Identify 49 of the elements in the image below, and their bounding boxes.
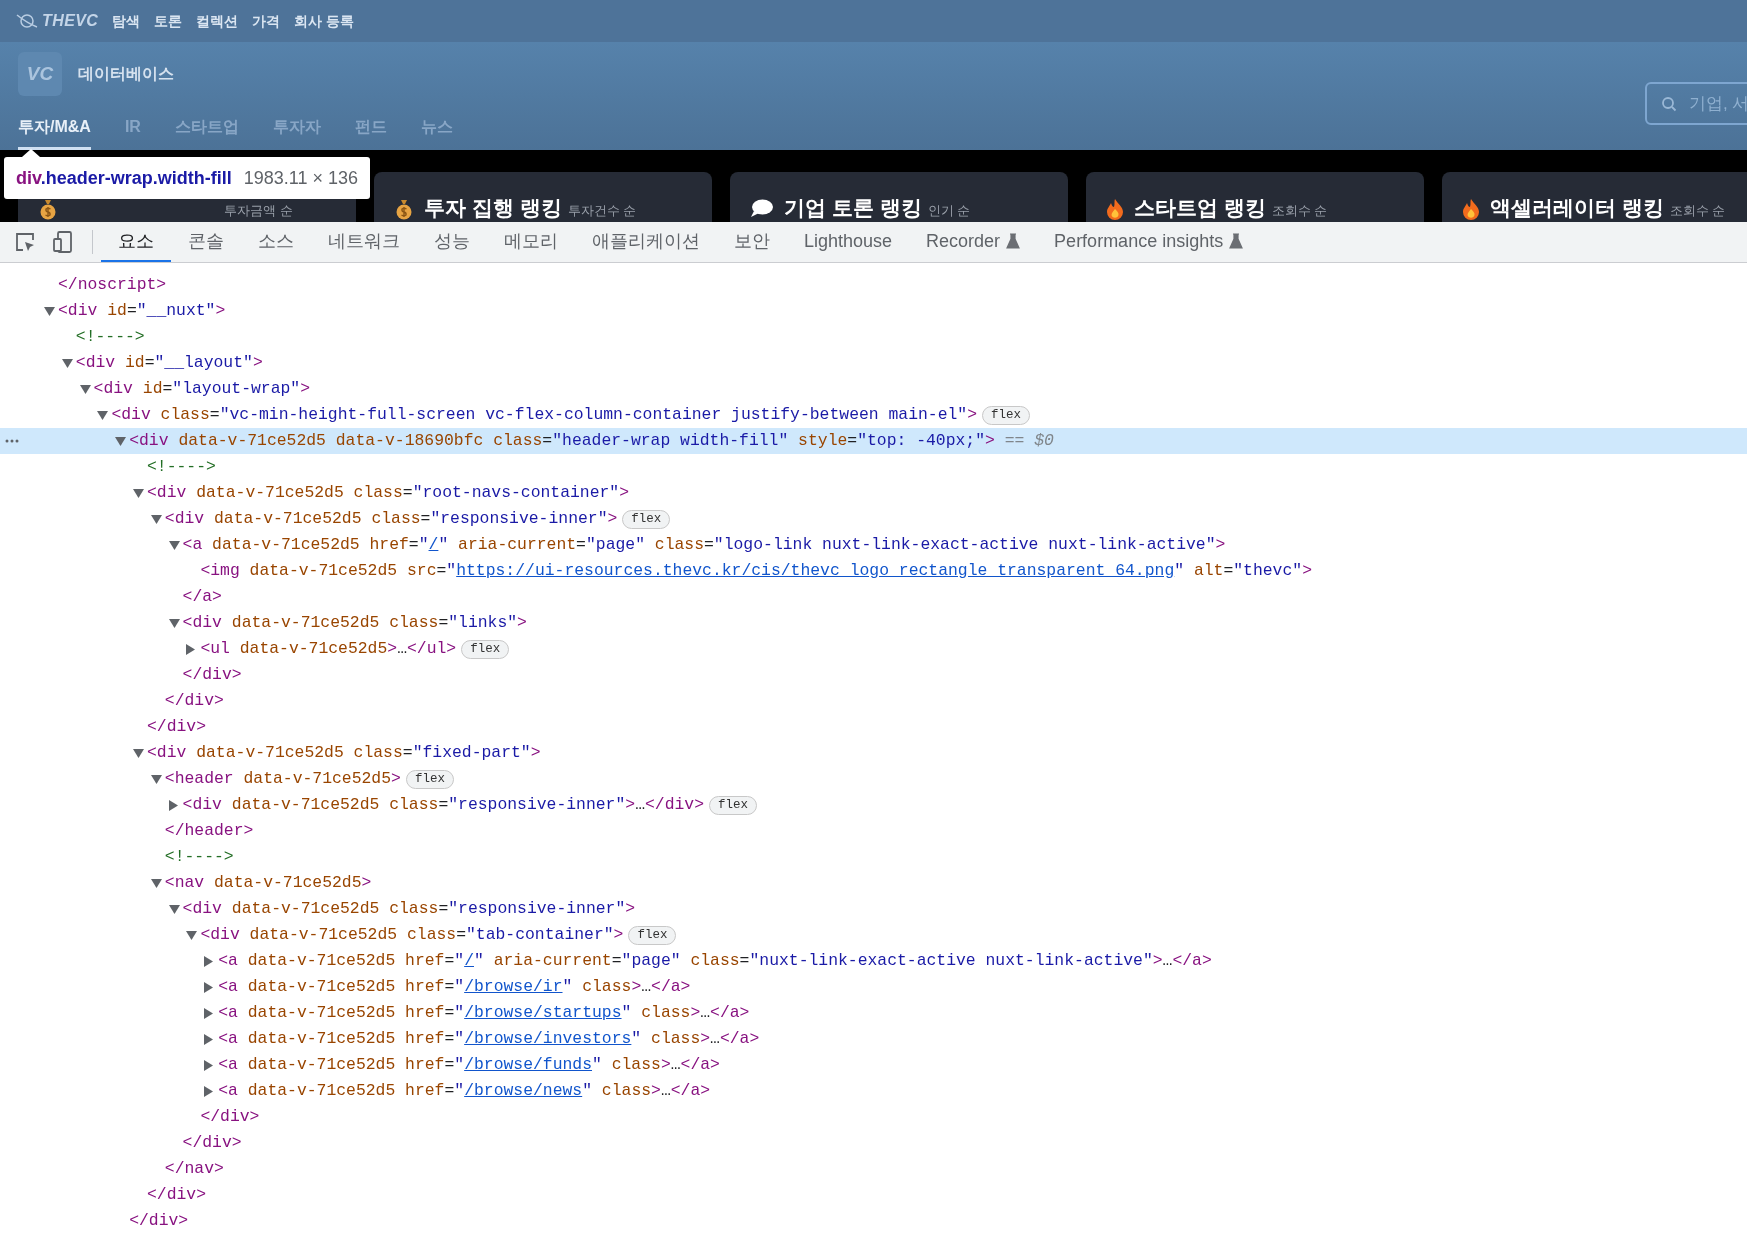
code-line: <div data-v-71ce52d5 class="links"> [182,611,527,634]
card-title: 액셀러레이터 랭킹 [1490,195,1664,221]
code-line: <a data-v-71ce52d5 href="/browse/startups" class>…</a> [218,1001,750,1024]
code-line: </div> [164,689,224,712]
code-line: <img data-v-71ce52d5 src="https://ui-resources.thevc.kr/cis/thevc_logo_rectangle_transparent_64.png" alt="thevc"> [200,559,1312,582]
code-line: <div data-v-71ce52d5 class="root-navs-container"> [147,481,630,504]
code-line: <div data-v-71ce52d5 class="fixed-part"> [147,741,541,764]
code-line: <a data-v-71ce52d5 href="/browse/funds" class>…</a> [218,1053,720,1076]
code-line: <a data-v-71ce52d5 href="/" aria-current="page" class="logo-link nuxt-link-exact-active nuxt-link-active"> [182,533,1226,556]
code-line: <div data-v-71ce52d5 class="responsive-inner"> [164,507,618,530]
code-line: <a data-v-71ce52d5 href="/browse/investors" class>…</a> [218,1027,760,1050]
code-line: <nav data-v-71ce52d5> [164,871,372,894]
code-line: </noscript> [58,273,167,296]
code-line: </div> [182,1131,242,1154]
code-line: </a> [182,585,222,608]
code-line: <div id="__nuxt"> [58,299,226,322]
code-line: <a data-v-71ce52d5 href="/browse/news" class>…</a> [218,1079,711,1102]
code-line: <a data-v-71ce52d5 href="/" aria-current="page" class="nuxt-link-exact-active nuxt-link-active">…</a> [218,949,1212,972]
card-title: 스타트업 랭킹 [1134,195,1266,221]
code-line: <!----> [75,325,145,348]
card-title: 투자 집행 랭킹 [424,195,562,221]
element-size: 1983.11 × 136 [243,166,358,190]
code-line: <!----> [164,845,234,868]
card-subtitle: 조회수 순 [1271,202,1328,220]
code-line: <ul data-v-71ce52d5>…</ul> [200,637,457,660]
code-line: <div id="layout-wrap"> [93,377,311,400]
code-line: </div> [147,1183,207,1206]
card-subtitle: 투자건수 순 [567,202,637,220]
card-title: 기업 토론 랭킹 [784,195,922,221]
code-line: </nav> [164,1157,224,1180]
code-line: <div class="vc-min-height-full-screen vc-flex-column-container justify-between main-el"> [111,403,977,426]
card-subtitle: 조회수 순 [1669,202,1726,220]
card-subtitle: 인기 순 [927,202,971,220]
code-line: <div data-v-71ce52d5 class="responsive-inner"> [182,897,636,920]
code-line: <div data-v-71ce52d5 class="responsive-inner">…</div> [182,793,704,816]
code-line: </div> [147,715,207,738]
code-line: <!----> [147,455,216,478]
code-line: <div data-v-71ce52d5 data-v-18690bfc class="header-wrap width-fill" style="top: -40px;"> == $0 [129,429,1054,452]
card-subtitle: 투자금액 순 [224,202,293,220]
database-title: 데이터베이스 [78,64,174,84]
code-line: <div id="__layout"> [75,351,263,374]
element-selector: div.header-wrap.width-fill [16,166,232,190]
code-line: </header> [164,819,254,842]
code-line: <div data-v-71ce52d5 class="tab-container"> [200,923,624,946]
code-line: </div> [182,663,242,686]
code-line: <a data-v-71ce52d5 href="/browse/ir" class>…</a> [218,975,691,998]
code-line: </div> [129,1209,189,1232]
code-line: <header data-v-71ce52d5> [164,767,401,790]
code-line: </div> [200,1105,260,1128]
